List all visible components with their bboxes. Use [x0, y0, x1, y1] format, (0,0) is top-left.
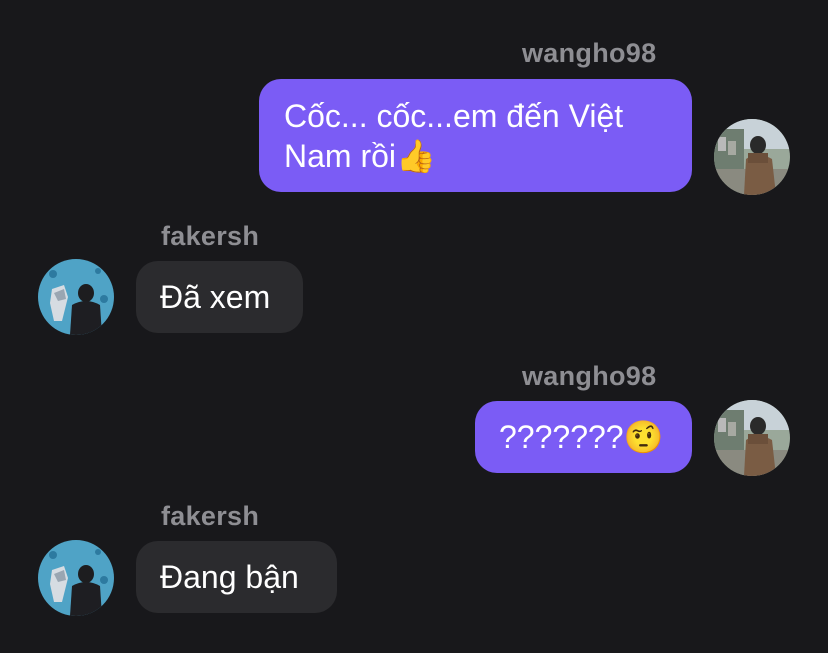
fakersh-avatar[interactable]: [38, 540, 114, 616]
message-bubble[interactable]: Cốc... cốc...em đến Việt Nam rồi👍: [259, 79, 692, 192]
wangho98-avatar[interactable]: [714, 400, 790, 476]
message-text-line: Cốc... cốc...em đến Việt: [284, 98, 624, 134]
sender-name: fakersh: [161, 221, 260, 251]
sender-name: fakersh: [161, 501, 260, 531]
chat-thread: wangho98 Cốc... cốc...em đến Việt Nam rồ…: [0, 0, 828, 653]
message-text: Đã xem: [160, 279, 271, 315]
message-text: ???????🤨: [499, 419, 664, 455]
wangho98-avatar[interactable]: [714, 119, 790, 195]
message-bubble[interactable]: Đã xem: [136, 261, 303, 333]
message-text: Đang bận: [160, 559, 299, 595]
sender-name: wangho98: [522, 361, 657, 391]
message-bubble[interactable]: Đang bận: [136, 541, 337, 613]
message-bubble[interactable]: ???????🤨: [475, 401, 692, 473]
fakersh-avatar[interactable]: [38, 259, 114, 335]
sender-name: wangho98: [522, 38, 657, 68]
message-text-line: Nam rồi👍: [284, 138, 436, 174]
